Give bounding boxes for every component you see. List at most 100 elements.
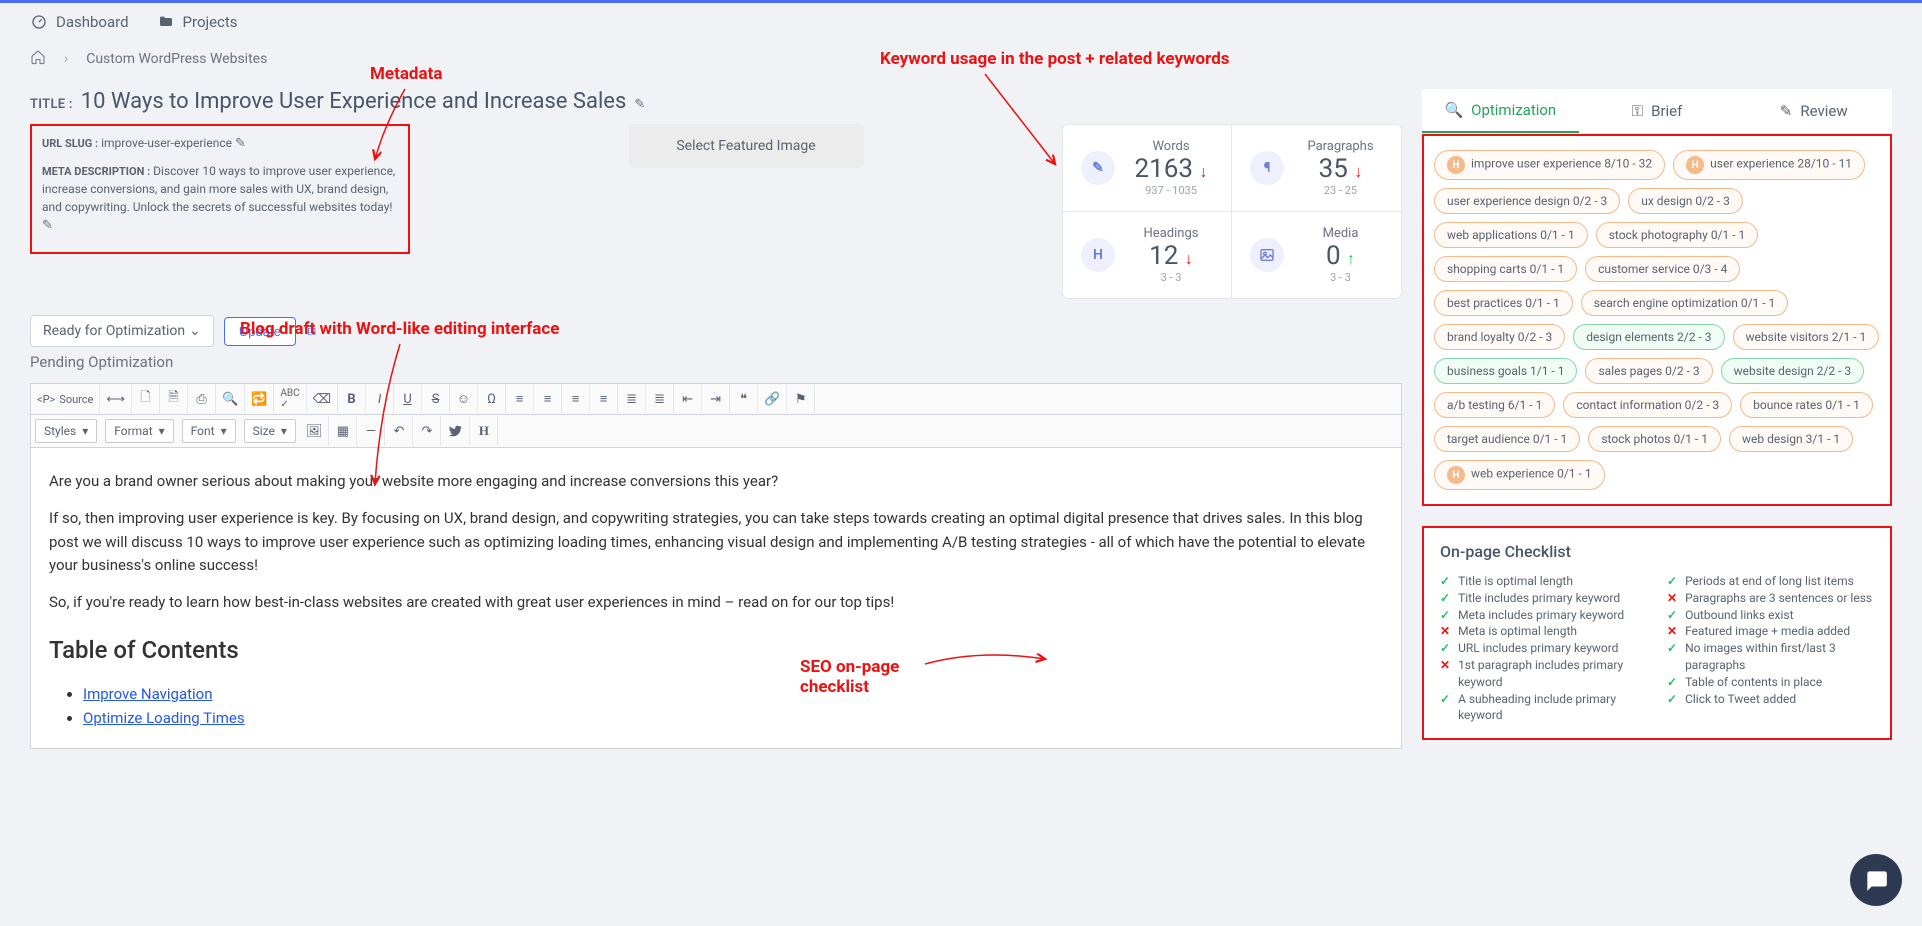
editor-body[interactable]: Are you a brand owner serious about maki… [31, 448, 1401, 748]
image-insert-icon[interactable]: 🖼 [300, 416, 330, 446]
keyword-pill[interactable]: brand loyalty 0/2 - 3 [1434, 324, 1565, 350]
keyword-pill[interactable]: sales pages 0/2 - 3 [1585, 358, 1712, 384]
chevron-down-icon: ⌄ [189, 323, 201, 339]
heading-insert-icon[interactable]: H [470, 416, 498, 446]
keyword-pill[interactable]: Himprove user experience 8/10 - 32 [1434, 150, 1665, 180]
new-doc-icon[interactable]: 🗋 [132, 384, 160, 414]
expand-icon[interactable]: ⟷ [100, 384, 132, 414]
keyword-pill[interactable]: stock photography 0/1 - 1 [1596, 222, 1759, 248]
list-ul-icon[interactable]: ≣ [646, 384, 674, 414]
keyword-pill[interactable]: search engine optimization 0/1 - 1 [1581, 290, 1789, 316]
keyword-pill[interactable]: ux design 0/2 - 3 [1628, 188, 1743, 214]
align-right-icon[interactable]: ≡ [562, 384, 590, 414]
toc-heading: Table of Contents [49, 632, 1383, 669]
checklist-text: 1st paragraph includes primary keyword [1458, 657, 1647, 691]
bold-icon[interactable]: B [338, 384, 366, 414]
breadcrumb-sep: › [64, 51, 68, 67]
keyword-text: target audience 0/1 - 1 [1447, 432, 1567, 446]
keyword-pill[interactable]: design elements 2/2 - 3 [1573, 324, 1724, 350]
tab-brief-label: Brief [1651, 102, 1682, 120]
breadcrumb-project[interactable]: Custom WordPress Websites [86, 51, 267, 67]
list-ol-icon[interactable]: ≣ [618, 384, 646, 414]
checklist-item: ✓ Title is optimal length [1440, 573, 1647, 590]
chat-button[interactable] [1850, 854, 1902, 906]
tab-optimization[interactable]: 🔍Optimization [1422, 89, 1579, 133]
checklist-item: ✓Periods at end of long list items [1667, 573, 1874, 590]
nav-dashboard[interactable]: Dashboard [30, 13, 129, 31]
flag-icon[interactable]: ⚑ [787, 384, 815, 414]
size-select[interactable]: Size ▾ [244, 419, 296, 443]
checklist-item: ✓Click to Tweet added [1667, 691, 1874, 708]
strike-icon[interactable]: S [422, 384, 450, 414]
omega-icon[interactable]: Ω [478, 384, 506, 414]
keyword-pill[interactable]: website visitors 2/1 - 1 [1733, 324, 1880, 350]
keyword-pill[interactable]: Hweb experience 0/1 - 1 [1434, 460, 1605, 490]
cross-icon: ✕ [1440, 657, 1450, 691]
keyword-pill[interactable]: stock photos 0/1 - 1 [1588, 426, 1721, 452]
edit-desc-icon[interactable]: ✎ [42, 218, 53, 233]
table-icon[interactable]: ▦ [329, 416, 357, 446]
stat-media-value: 0 [1326, 241, 1341, 271]
tab-brief[interactable]: ⚿ Brief [1579, 89, 1736, 133]
emoji-icon[interactable]: ☺ [450, 384, 478, 414]
keyword-pill[interactable]: website design 2/2 - 3 [1721, 358, 1865, 384]
toc-link-1[interactable]: Improve Navigation [83, 685, 213, 703]
keyword-pill[interactable]: Huser experience 28/10 - 11 [1673, 150, 1865, 180]
nav-projects-label: Projects [183, 13, 238, 31]
align-justify-icon[interactable]: ≡ [590, 384, 618, 414]
keyword-pill[interactable]: bounce rates 0/1 - 1 [1740, 392, 1873, 418]
home-icon[interactable] [30, 49, 46, 69]
font-select[interactable]: Font ▾ [182, 419, 236, 443]
tab-review-label: Review [1800, 102, 1847, 120]
keyword-text: website visitors 2/1 - 1 [1746, 330, 1867, 344]
align-center-icon[interactable]: ≡ [534, 384, 562, 414]
keyword-pill[interactable]: a/b testing 6/1 - 1 [1434, 392, 1555, 418]
clear-format-icon[interactable]: ⌫ [307, 384, 338, 414]
stat-words-value: 2163 [1135, 154, 1193, 184]
keyword-pill[interactable]: web applications 0/1 - 1 [1434, 222, 1588, 248]
edit-title-icon[interactable]: ✎ [634, 97, 645, 112]
editor: <P> Source ⟷ 🗋 🗎 ⎙ 🔍 🔁 ABC✓ ⌫ B I U S ☺ … [30, 383, 1402, 749]
keyword-pill[interactable]: business goals 1/1 - 1 [1434, 358, 1577, 384]
outdent-icon[interactable]: ⇤ [674, 384, 702, 414]
spellcheck-icon[interactable]: ABC✓ [274, 384, 306, 414]
nav-projects[interactable]: Projects [157, 13, 238, 31]
quote-icon[interactable]: ❝ [730, 384, 758, 414]
link-icon[interactable]: 🔗 [758, 384, 787, 414]
redo-icon[interactable]: ↷ [413, 416, 441, 446]
tab-review[interactable]: ✎Review [1735, 89, 1892, 133]
keyword-pill[interactable]: web design 3/1 - 1 [1729, 426, 1853, 452]
keyword-pill[interactable]: shopping carts 0/1 - 1 [1434, 256, 1577, 282]
check-icon: ✓ [1440, 573, 1450, 590]
keyword-text: best practices 0/1 - 1 [1447, 296, 1560, 310]
source-button[interactable]: <P> Source [31, 384, 100, 414]
save-icon[interactable]: 🗎 [160, 384, 188, 414]
checklist-item: ✓Table of contents in place [1667, 674, 1874, 691]
keyword-pill[interactable]: contact information 0/2 - 3 [1563, 392, 1732, 418]
indent-icon[interactable]: ⇥ [702, 384, 730, 414]
format-select[interactable]: Format ▾ [105, 419, 173, 443]
keyword-pill[interactable]: user experience design 0/2 - 3 [1434, 188, 1620, 214]
find-icon[interactable]: 🔍 [216, 384, 245, 414]
status-select[interactable]: Ready for Optimization⌄ [30, 315, 214, 347]
twitter-icon[interactable] [441, 416, 470, 446]
replace-icon[interactable]: 🔁 [245, 384, 274, 414]
key-icon: ⚿ [1632, 102, 1643, 120]
source-label: Source [59, 393, 93, 406]
keyword-pill[interactable]: target audience 0/1 - 1 [1434, 426, 1580, 452]
align-left-icon[interactable]: ≡ [506, 384, 534, 414]
stat-paragraphs: ¶ Paragraphs 35 ↓ 23 - 25 [1232, 125, 1401, 212]
keyword-text: user experience 28/10 - 11 [1710, 157, 1852, 171]
checklist-text: Title is optimal length [1458, 573, 1573, 590]
keyword-pill[interactable]: best practices 0/1 - 1 [1434, 290, 1573, 316]
editor-p1: Are you a brand owner serious about maki… [49, 470, 1383, 493]
styles-select[interactable]: Styles ▾ [35, 419, 97, 443]
folder-icon [157, 13, 175, 31]
stat-headings-label: Headings [1129, 226, 1213, 241]
print-icon[interactable]: ⎙ [188, 384, 216, 414]
edit-slug-icon[interactable]: ✎ [235, 136, 246, 151]
checklist-text: No images within first/last 3 paragraphs [1685, 640, 1874, 674]
toc-link-2[interactable]: Optimize Loading Times [83, 709, 245, 727]
keyword-pill[interactable]: customer service 0/3 - 4 [1585, 256, 1740, 282]
select-featured-image-button[interactable]: Select Featured Image [629, 124, 864, 168]
